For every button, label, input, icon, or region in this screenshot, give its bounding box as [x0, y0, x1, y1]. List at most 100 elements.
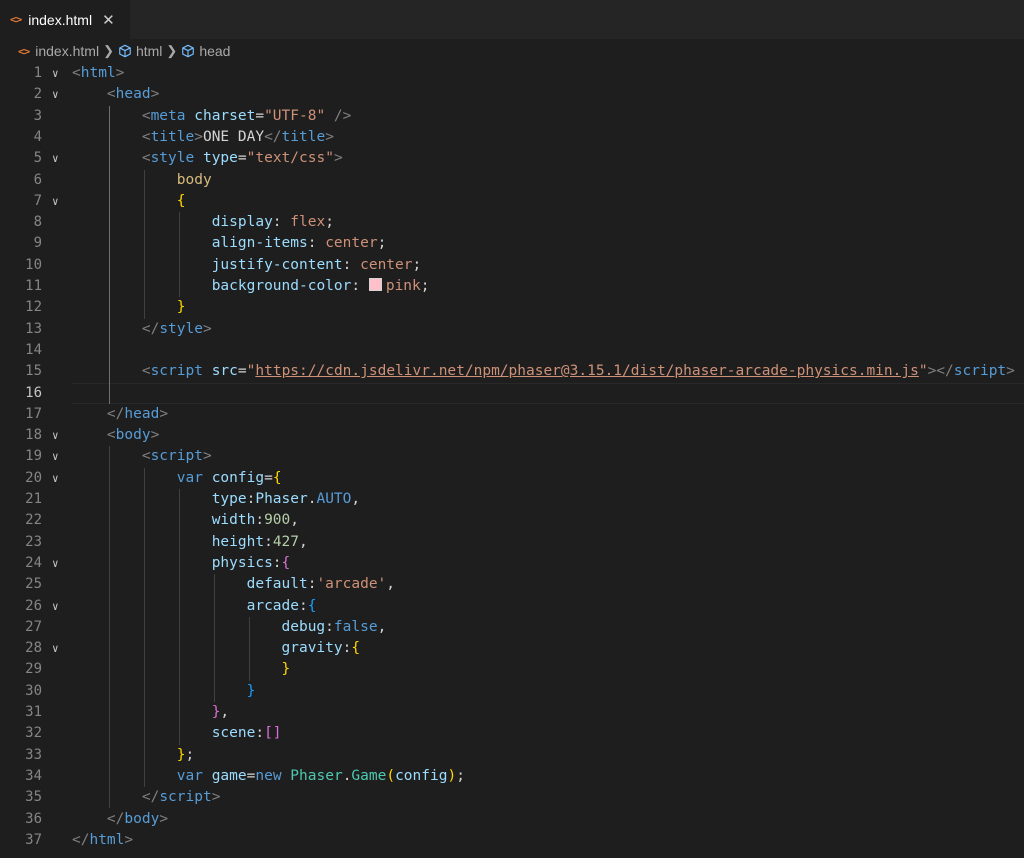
code-line[interactable]: 16: [0, 382, 1024, 404]
fold-chevron-icon[interactable]: ∨: [52, 446, 59, 467]
code-line[interactable]: 2 ∨ <head>: [0, 84, 1024, 105]
code-text: <script>: [72, 446, 212, 467]
code-line[interactable]: 7 ∨ {: [0, 191, 1024, 212]
code-token: (: [386, 767, 396, 784]
code-line[interactable]: 5 ∨ <style type="text/css">: [0, 148, 1024, 169]
code-token: src: [211, 363, 238, 380]
line-number: 21: [25, 491, 42, 507]
code-line[interactable]: 6 body: [0, 170, 1024, 191]
code-line[interactable]: 29 }: [0, 659, 1024, 680]
tab-index-html[interactable]: <> index.html ✕: [0, 0, 130, 39]
code-line[interactable]: 36 </body>: [0, 809, 1024, 830]
code-line[interactable]: 25 default:'arcade',: [0, 574, 1024, 595]
fold-chevron-icon[interactable]: ∨: [52, 596, 59, 617]
code-line[interactable]: 33 };: [0, 745, 1024, 766]
code-line[interactable]: 30 }: [0, 681, 1024, 702]
code-line[interactable]: 28 ∨ gravity:{: [0, 638, 1024, 659]
code-line[interactable]: 20 ∨ var config={: [0, 468, 1024, 489]
fold-chevron-icon[interactable]: ∨: [52, 191, 59, 212]
code-token: :: [325, 618, 334, 635]
code-line[interactable]: 26 ∨ arcade:{: [0, 596, 1024, 617]
code-token: script: [953, 363, 1007, 380]
code-line[interactable]: 4 <title>ONE DAY</title>: [0, 127, 1024, 148]
code-line[interactable]: 9 align-items: center;: [0, 233, 1024, 254]
line-number: 37: [25, 831, 42, 848]
code-line[interactable]: 27 debug:false,: [0, 617, 1024, 638]
code-line[interactable]: 32 scene:[]: [0, 723, 1024, 744]
close-icon[interactable]: ✕: [102, 11, 115, 29]
code-token: var: [176, 469, 203, 486]
code-line[interactable]: 23 height:427,: [0, 532, 1024, 553]
code-text: var config={: [72, 468, 282, 489]
code-line[interactable]: 37 </html>: [0, 830, 1024, 851]
breadcrumb-html[interactable]: html: [118, 43, 162, 59]
code-line[interactable]: 24 ∨ physics:{: [0, 553, 1024, 574]
code-token: AUTO: [316, 491, 352, 507]
code-text: </body>: [72, 809, 168, 830]
code-line[interactable]: 35 </script>: [0, 787, 1024, 808]
code-line[interactable]: 15 <script src="https://cdn.jsdelivr.net…: [0, 361, 1024, 382]
code-text: type:Phaser.AUTO,: [72, 489, 360, 510]
code-token: "UTF-8": [264, 107, 326, 124]
fold-chevron-icon[interactable]: ∨: [52, 148, 59, 169]
line-number: 2: [33, 86, 42, 103]
code-text: };: [72, 745, 194, 766]
code-token: }: [281, 661, 291, 678]
code-line[interactable]: 11 background-color: pink;: [0, 276, 1024, 297]
code-token: ></: [927, 363, 954, 380]
code-token: :: [255, 725, 265, 742]
fold-chevron-icon[interactable]: ∨: [52, 468, 59, 489]
breadcrumb-file[interactable]: <> index.html: [0, 43, 99, 59]
fold-chevron-icon[interactable]: ∨: [52, 553, 59, 574]
fold-chevron-icon[interactable]: ∨: [52, 63, 59, 84]
code-line[interactable]: 13 </style>: [0, 319, 1024, 340]
code-token: <: [141, 128, 151, 145]
code-line[interactable]: 12 }: [0, 297, 1024, 318]
code-editor[interactable]: 1 ∨ <html> 2 ∨ <head> 3 <meta charset="UTF-8"…: [0, 63, 1024, 858]
code-line[interactable]: 31 },: [0, 702, 1024, 723]
code-token: https://cdn.jsdelivr.net/npm/phaser@3.15…: [255, 363, 919, 380]
breadcrumb-head[interactable]: head: [181, 43, 230, 59]
code-line[interactable]: 3 <meta charset="UTF-8" />: [0, 106, 1024, 127]
fold-chevron-icon[interactable]: ∨: [52, 84, 59, 105]
color-swatch-icon[interactable]: [368, 278, 382, 291]
code-line[interactable]: 21 type:Phaser.AUTO,: [0, 489, 1024, 510]
code-text: background-color: pink;: [72, 276, 430, 297]
code-text: {: [72, 191, 186, 212]
code-line[interactable]: 8 display: flex;: [0, 212, 1024, 233]
line-number: 23: [25, 533, 42, 550]
code-token: title: [150, 128, 195, 145]
code-line[interactable]: 1 ∨ <html>: [0, 63, 1024, 84]
code-line[interactable]: 18 ∨ <body>: [0, 425, 1024, 446]
code-line[interactable]: 19 ∨ <script>: [0, 446, 1024, 467]
code-line[interactable]: 10 justify-content: center;: [0, 255, 1024, 276]
line-number: 1: [33, 65, 42, 81]
code-token: type: [202, 150, 238, 167]
code-token: false: [333, 618, 378, 635]
code-line[interactable]: 22 width:900,: [0, 510, 1024, 531]
line-number: 7: [33, 192, 42, 209]
code-line[interactable]: 17 </head>: [0, 404, 1024, 425]
code-token: type: [211, 491, 247, 507]
code-token: center: [360, 256, 413, 273]
code-line[interactable]: 14: [0, 340, 1024, 361]
code-line[interactable]: 34 var game=new Phaser.Game(config);: [0, 766, 1024, 787]
code-token: style: [150, 150, 195, 167]
code-text: align-items: center;: [72, 233, 387, 254]
code-text: },: [72, 702, 229, 723]
code-token: "text/css": [246, 150, 334, 167]
code-token: <: [141, 448, 151, 465]
code-token: 900: [264, 512, 291, 529]
line-number: 5: [33, 150, 42, 167]
code-token: body: [124, 810, 160, 827]
fold-chevron-icon[interactable]: ∨: [52, 425, 59, 446]
code-token: >: [159, 810, 169, 827]
fold-chevron-icon[interactable]: ∨: [52, 638, 59, 659]
